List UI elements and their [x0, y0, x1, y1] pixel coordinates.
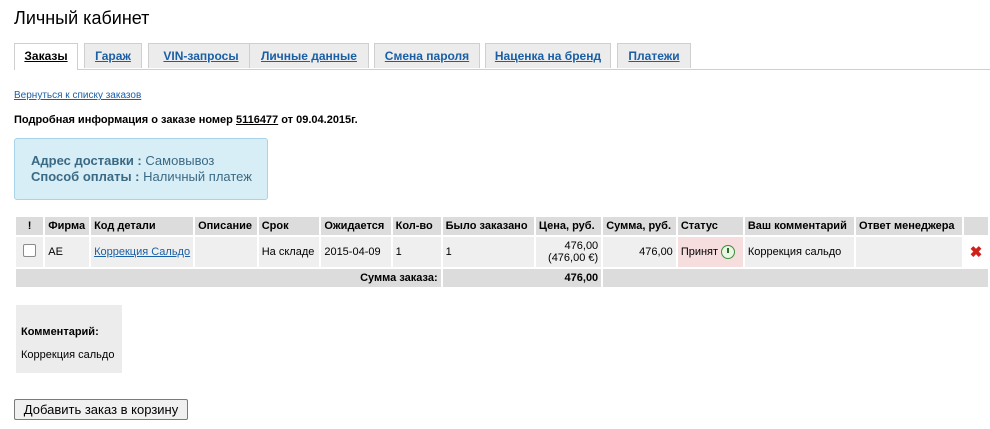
row-select-checkbox[interactable]	[23, 244, 37, 257]
cell-expected: 2015-04-09	[321, 237, 391, 267]
col-header-term: Срок	[258, 217, 320, 235]
col-header-price: Цена, руб.	[535, 217, 602, 235]
comment-box: Комментарий: Коррекция сальдо	[16, 305, 122, 373]
cell-sum: 476,00	[603, 237, 676, 267]
col-header-qty: Кол-во	[392, 217, 441, 235]
col-header-manager-answer: Ответ менеджера	[855, 217, 963, 235]
cell-firm: AE	[45, 237, 90, 267]
comment-text: Коррекция сальдо	[21, 349, 115, 361]
payment-method: Способ оплаты : Наличный платеж	[31, 169, 267, 185]
clock-icon	[721, 245, 736, 259]
order-number: 5116477	[235, 114, 279, 126]
cell-description	[195, 237, 257, 267]
col-header-description: Описание	[195, 217, 257, 235]
tab-payments[interactable]: Платежи	[617, 43, 691, 68]
cell-comment: Коррекция сальдо	[744, 237, 854, 267]
comment-label: Комментарий:	[21, 326, 99, 338]
table-row: AE Коррекция Сальдо На складе 2015-04-09…	[16, 237, 988, 267]
back-to-orders-link[interactable]: Вернуться к списку заказов	[14, 90, 141, 101]
total-filler	[603, 269, 988, 287]
payment-method-value: Наличный платеж	[143, 169, 252, 184]
order-info: Подробная информация о заказе номер 5116…	[14, 114, 358, 126]
col-header-sum: Сумма, руб.	[603, 217, 676, 235]
tab-personal-data[interactable]: Личные данные	[249, 43, 369, 68]
delivery-address: Адрес доставки : Самовывоз	[31, 153, 267, 169]
tab-vin-requests[interactable]: VIN-запросы	[148, 43, 254, 68]
order-info-prefix: Подробная информация о заказе номер	[14, 114, 236, 126]
delivery-address-value: Самовывоз	[145, 153, 215, 168]
total-row: Сумма заказа: 476,00	[16, 269, 988, 287]
tab-brand-markup[interactable]: Наценка на бренд	[485, 43, 611, 68]
status-text: Принят	[680, 245, 719, 258]
col-header-comment: Ваш комментарий	[744, 217, 854, 235]
price-rub: 476,00	[564, 240, 599, 252]
cell-actions: ✖	[964, 237, 988, 267]
col-header-expected: Ожидается	[321, 217, 391, 235]
price-eur: (476,00 €)	[548, 252, 599, 264]
col-header-flag: !	[16, 217, 44, 235]
cell-ordered: 1	[442, 237, 534, 267]
order-items-table: ! Фирма Код детали Описание Срок Ожидает…	[14, 215, 990, 289]
delivery-address-label: Адрес доставки :	[31, 153, 142, 168]
tab-change-password[interactable]: Смена пароля	[374, 43, 480, 68]
total-value: 476,00	[442, 269, 602, 287]
row-select-cell	[16, 237, 44, 267]
delete-icon[interactable]: ✖	[970, 243, 983, 261]
col-header-ordered: Было заказано	[442, 217, 534, 235]
cell-qty: 1	[392, 237, 441, 267]
page-title: Личный кабинет	[14, 8, 150, 28]
cell-code: Коррекция Сальдо	[91, 237, 194, 267]
col-header-actions	[964, 217, 988, 235]
tab-orders[interactable]: Заказы	[14, 43, 78, 70]
col-header-code: Код детали	[91, 217, 194, 235]
delivery-info-box: Адрес доставки : Самовывоз Способ оплаты…	[14, 138, 268, 200]
cell-status: Принят	[677, 237, 743, 267]
tab-garage[interactable]: Гараж	[84, 43, 142, 68]
col-header-firm: Фирма	[45, 217, 90, 235]
cell-price: 476,00 (476,00 €)	[535, 237, 602, 267]
part-code-link[interactable]: Коррекция Сальдо	[94, 246, 190, 258]
total-label: Сумма заказа:	[16, 269, 441, 287]
add-order-to-cart-button[interactable]: Добавить заказ в корзину	[14, 399, 188, 420]
payment-method-label: Способ оплаты :	[31, 169, 140, 184]
table-header-row: ! Фирма Код детали Описание Срок Ожидает…	[16, 217, 988, 235]
cell-manager-answer	[855, 237, 963, 267]
tab-bar: Заказы Гараж VIN-запросы Личные данные С…	[14, 43, 990, 70]
cell-term: На складе	[258, 237, 320, 267]
order-date: от 09.04.2015г.	[278, 114, 358, 126]
col-header-status: Статус	[677, 217, 743, 235]
